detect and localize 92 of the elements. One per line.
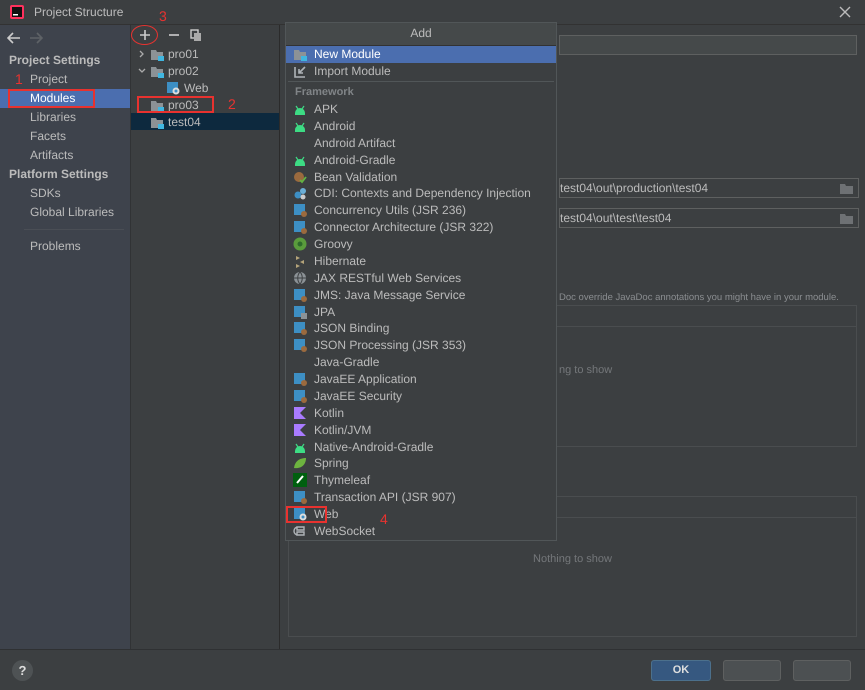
module-icon: [293, 372, 307, 386]
hibernate-icon: [293, 254, 307, 268]
help-button[interactable]: ?: [12, 660, 33, 680]
menu-item[interactable]: Kotlin: [286, 404, 556, 422]
module-icon: [293, 388, 307, 403]
dialog-button[interactable]: [793, 660, 851, 680]
folder-icon: [293, 47, 307, 62]
sidebar-item[interactable]: Global Libraries: [0, 203, 130, 222]
gears-icon: [293, 186, 307, 200]
menu-item[interactable]: Android: [286, 118, 556, 134]
annotation-number: 2: [228, 96, 236, 112]
menu-item[interactable]: CDI: Contexts and Dependency Injection: [286, 185, 556, 202]
tree-item[interactable]: Web: [131, 80, 279, 96]
app-logo-icon: [10, 5, 24, 19]
menu-item[interactable]: New Module: [286, 46, 556, 63]
window-title: Project Structure: [34, 5, 124, 19]
menu-item[interactable]: Android Artifact: [286, 134, 556, 152]
menu-item[interactable]: Bean Validation: [286, 168, 556, 185]
back-arrow-icon[interactable]: [7, 32, 21, 44]
forward-arrow-icon[interactable]: [29, 32, 43, 44]
path-field[interactable]: test04\out\production\test04: [559, 178, 859, 198]
leaf-icon: [293, 456, 307, 470]
sidebar-item[interactable]: Facets: [0, 127, 130, 146]
bean-icon: [293, 170, 307, 184]
folder-icon[interactable]: [840, 182, 854, 194]
section-heading: Platform Settings: [8, 166, 110, 183]
globe-icon: [293, 270, 307, 285]
close-icon[interactable]: [839, 6, 851, 18]
module-icon: [293, 490, 307, 504]
empty-text: ng to show: [559, 364, 614, 376]
folder-icon: [150, 47, 164, 62]
web-icon: [166, 80, 180, 95]
thymeleaf-icon: [293, 473, 307, 488]
chevron-right-icon: [138, 50, 146, 58]
copy-icon[interactable]: [190, 29, 202, 41]
text-field[interactable]: [559, 35, 857, 55]
menu-item[interactable]: JavaEE Security: [286, 388, 556, 404]
sidebar-item[interactable]: Artifacts: [0, 146, 130, 165]
menu-item[interactable]: Connector Architecture (JSR 322): [286, 218, 556, 236]
menu-item[interactable]: APK: [286, 100, 556, 118]
tree-item[interactable]: pro03 2: [131, 96, 279, 114]
menu-item[interactable]: Concurrency Utils (JSR 236): [286, 202, 556, 219]
ok-button[interactable]: OK: [651, 660, 711, 680]
menu-item[interactable]: JavaEE Application: [286, 370, 556, 388]
empty-text: Nothing to show: [533, 553, 612, 565]
folder-icon[interactable]: [840, 212, 854, 224]
plug-icon: [293, 524, 307, 538]
menu-item[interactable]: Thymeleaf: [286, 472, 556, 489]
sidebar-item[interactable]: SDKs: [0, 184, 130, 203]
import-icon: [293, 64, 307, 78]
menu-item[interactable]: JAX RESTful Web Services: [286, 269, 556, 286]
chevron-down-icon: [138, 67, 146, 76]
path-field[interactable]: test04\out\test\test04: [559, 208, 859, 228]
add-icon[interactable]: [138, 29, 150, 41]
menu-item[interactable]: JMS: Java Message Service: [286, 286, 556, 304]
menu-item[interactable]: JSON Binding: [286, 320, 556, 337]
module-icon: [293, 203, 307, 218]
menu-item[interactable]: JPA: [286, 303, 556, 320]
kotlin-icon: [293, 406, 307, 420]
tree-item[interactable]: pro01: [131, 46, 279, 63]
sidebar-item[interactable]: 1 Project: [0, 70, 130, 89]
menu-item[interactable]: Import Module: [286, 62, 556, 80]
annotation-number: 3: [159, 8, 167, 24]
menu-item[interactable]: Spring: [286, 455, 556, 472]
menu-item[interactable]: Transaction API (JSR 907): [286, 488, 556, 506]
menu-item[interactable]: Groovy: [286, 236, 556, 252]
module-icon: [293, 338, 307, 352]
groovy-icon: [293, 237, 307, 252]
menu-item[interactable]: Kotlin/JVM: [286, 421, 556, 438]
web-icon: [293, 507, 307, 522]
section-heading: Project Settings: [8, 52, 102, 69]
folder-icon: [150, 64, 164, 78]
menu-item[interactable]: Java-Gradle: [286, 354, 556, 371]
menu-item[interactable]: Native-Android-Gradle: [286, 438, 556, 455]
sidebar-item[interactable]: Libraries: [0, 108, 130, 127]
annotation-number: 1: [15, 71, 23, 87]
sidebar-item[interactable]: Modules: [0, 89, 130, 108]
module-icon: [293, 304, 307, 319]
tree-item[interactable]: test04: [131, 113, 279, 130]
module-icon: [293, 288, 307, 302]
hint-text: Doc override JavaDoc annotations you might have in your module.: [559, 292, 840, 304]
module-icon: [293, 220, 307, 234]
menu-item[interactable]: JSON Processing (JSR 353): [286, 336, 556, 354]
popup-title: Add: [286, 23, 556, 46]
sidebar-item[interactable]: Problems: [0, 237, 130, 256]
group-heading: Framework: [294, 84, 355, 100]
tree-item[interactable]: pro02: [131, 62, 279, 80]
dialog-button[interactable]: [723, 660, 781, 680]
menu-item[interactable]: Android-Gradle: [286, 151, 556, 168]
module-icon: [293, 321, 307, 336]
menu-item[interactable]: Hibernate: [286, 252, 556, 270]
kotlin-icon: [293, 422, 307, 437]
